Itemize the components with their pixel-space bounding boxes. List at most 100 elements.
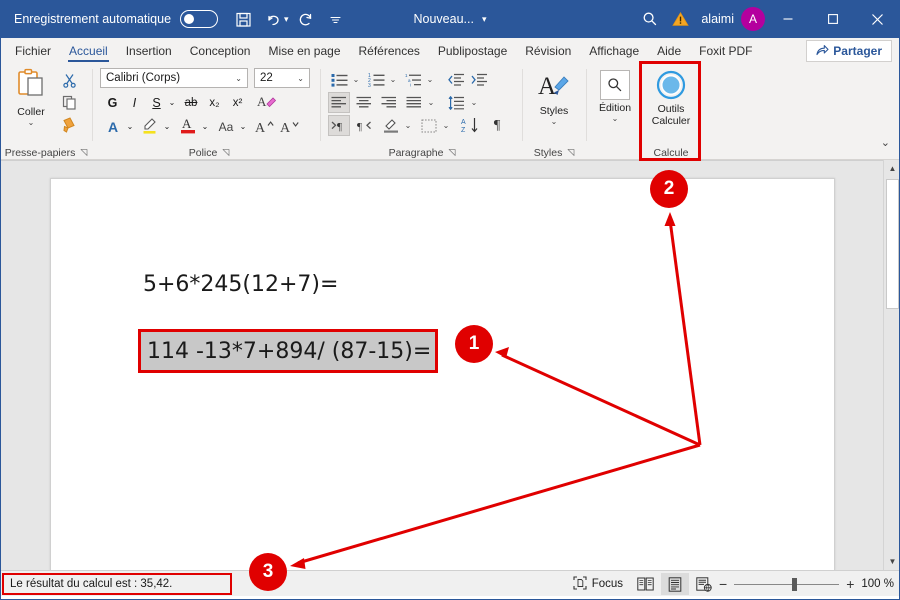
format-painter-button[interactable] (58, 114, 80, 135)
minimize-button[interactable] (765, 0, 810, 38)
numbering-caret-icon[interactable]: ⌄ (387, 69, 399, 90)
maximize-button[interactable] (810, 0, 855, 38)
shading-button[interactable] (380, 114, 402, 135)
editing-button[interactable]: Édition ⌄ (593, 70, 637, 132)
font-color-caret-icon[interactable]: ⌄ (199, 116, 211, 137)
warning-icon[interactable] (665, 4, 695, 34)
zoom-slider[interactable] (734, 577, 840, 591)
scrollbar-thumb[interactable] (886, 179, 899, 309)
align-center-button[interactable] (353, 92, 375, 113)
line-spacing-button[interactable] (445, 92, 467, 113)
show-formatting-marks-button[interactable]: ¶ (487, 115, 507, 136)
tab-affichage[interactable]: Affichage (580, 38, 648, 64)
presse-papiers-dialog-launcher[interactable]: ◹ (80, 147, 87, 158)
tab-aide[interactable]: Aide (648, 38, 690, 64)
change-case-button[interactable]: Aa (214, 116, 238, 137)
rtl-text-direction-button[interactable]: ¶ (353, 115, 375, 136)
sort-button[interactable]: A Z (459, 114, 481, 135)
document-title-caret-icon[interactable]: ▾ (482, 14, 487, 25)
multilevel-list-button[interactable]: 1 a i (402, 69, 424, 90)
close-button[interactable] (855, 0, 900, 38)
styles-dropdown-caret-icon[interactable]: ⌄ (551, 117, 558, 126)
superscript-button[interactable]: x² (227, 92, 248, 113)
multilevel-caret-icon[interactable]: ⌄ (424, 69, 436, 90)
tab-mise-en-page[interactable]: Mise en page (259, 38, 349, 64)
styles-dialog-launcher[interactable]: ◹ (567, 147, 574, 158)
bullets-button[interactable] (328, 69, 350, 90)
redo-icon[interactable] (291, 4, 321, 34)
paste-button[interactable]: Coller ⌄ (8, 68, 54, 130)
avatar[interactable]: A (741, 7, 765, 31)
grow-font-button[interactable]: A (255, 116, 277, 137)
bullets-caret-icon[interactable]: ⌄ (350, 69, 362, 90)
search-icon[interactable] (635, 4, 665, 34)
save-icon[interactable] (228, 4, 258, 34)
bold-button[interactable]: G (103, 92, 122, 113)
numbering-button[interactable]: 1 2 3 (365, 69, 387, 90)
focus-mode-button[interactable]: Focus (566, 573, 630, 595)
decrease-indent-button[interactable] (445, 69, 467, 90)
chevron-down-icon[interactable]: ⌄ (297, 74, 307, 83)
zoom-out-button[interactable]: − (719, 576, 727, 592)
document-title[interactable]: Nouveau... (414, 12, 474, 26)
user-name[interactable]: alaimi (701, 12, 734, 26)
scroll-up-button[interactable]: ▲ (885, 160, 900, 177)
print-layout-button[interactable] (661, 573, 690, 595)
read-mode-button[interactable] (630, 573, 661, 595)
styles-button[interactable]: A Styles ⌄ (531, 70, 577, 132)
tab-conception[interactable]: Conception (181, 38, 260, 64)
chevron-down-icon[interactable]: ⌄ (235, 74, 245, 83)
shrink-font-button[interactable]: A (280, 116, 302, 137)
borders-button[interactable] (418, 115, 440, 136)
tab-accueil[interactable]: Accueil (60, 38, 117, 64)
equation-line-1[interactable]: 5+6*245(12+7)= (143, 272, 338, 297)
scroll-down-button[interactable]: ▼ (885, 553, 900, 570)
increase-indent-button[interactable] (468, 69, 490, 90)
tab-revision[interactable]: Révision (516, 38, 580, 64)
strikethrough-button[interactable]: ab (180, 92, 202, 113)
copy-button[interactable] (58, 92, 80, 113)
align-right-button[interactable] (378, 92, 400, 113)
line-spacing-caret-icon[interactable]: ⌄ (468, 92, 480, 113)
outils-calculer-button[interactable]: Outils Calculer (646, 70, 696, 132)
italic-button[interactable]: I (125, 92, 144, 113)
collapse-ribbon-button[interactable]: ⌄ (881, 136, 890, 149)
shading-caret-icon[interactable]: ⌄ (402, 115, 414, 136)
tab-references[interactable]: Références (350, 38, 429, 64)
text-highlight-button[interactable] (139, 114, 161, 135)
share-button[interactable]: Partager (806, 40, 892, 62)
clear-formatting-button[interactable]: A (255, 91, 279, 112)
justify-button[interactable] (403, 92, 425, 113)
justify-caret-icon[interactable]: ⌄ (425, 92, 437, 113)
police-dialog-launcher[interactable]: ◹ (222, 147, 229, 158)
tab-foxit-pdf[interactable]: Foxit PDF (690, 38, 761, 64)
vertical-scrollbar[interactable]: ▲ ▼ (883, 160, 900, 570)
change-case-caret-icon[interactable]: ⌄ (237, 116, 249, 137)
highlight-caret-icon[interactable]: ⌄ (161, 116, 173, 137)
autosave-toggle[interactable] (180, 10, 219, 28)
cut-button[interactable] (58, 70, 80, 91)
paste-dropdown-caret-icon[interactable]: ⌄ (28, 118, 35, 127)
align-left-button[interactable] (328, 92, 350, 113)
document-page[interactable]: 5+6*245(12+7)= 114 -13*7+894/ (87-15)= (50, 178, 835, 571)
ltr-text-direction-button[interactable]: ¶ (328, 115, 350, 136)
customize-qat-icon[interactable] (321, 4, 351, 34)
subscript-button[interactable]: x₂ (204, 92, 225, 113)
zoom-slider-thumb[interactable] (792, 577, 798, 591)
tab-insertion[interactable]: Insertion (117, 38, 181, 64)
font-size-combobox[interactable]: 22 ⌄ (254, 68, 310, 88)
underline-dropdown-caret-icon[interactable]: ⌄ (166, 92, 178, 113)
font-color-button[interactable]: A (177, 114, 199, 135)
font-name-combobox[interactable]: Calibri (Corps) ⌄ (100, 68, 248, 88)
zoom-in-button[interactable]: + (846, 576, 854, 592)
text-effects-button[interactable]: A (103, 116, 123, 137)
text-effects-caret-icon[interactable]: ⌄ (124, 116, 136, 137)
editing-dropdown-caret-icon[interactable]: ⌄ (612, 114, 619, 123)
borders-caret-icon[interactable]: ⌄ (440, 115, 452, 136)
tab-fichier[interactable]: Fichier (6, 38, 60, 64)
undo-dropdown-caret[interactable]: ▾ (284, 14, 289, 25)
web-layout-button[interactable] (689, 573, 719, 595)
tab-publipostage[interactable]: Publipostage (429, 38, 516, 64)
paragraphe-dialog-launcher[interactable]: ◹ (448, 147, 455, 158)
underline-button[interactable]: S (147, 92, 166, 113)
